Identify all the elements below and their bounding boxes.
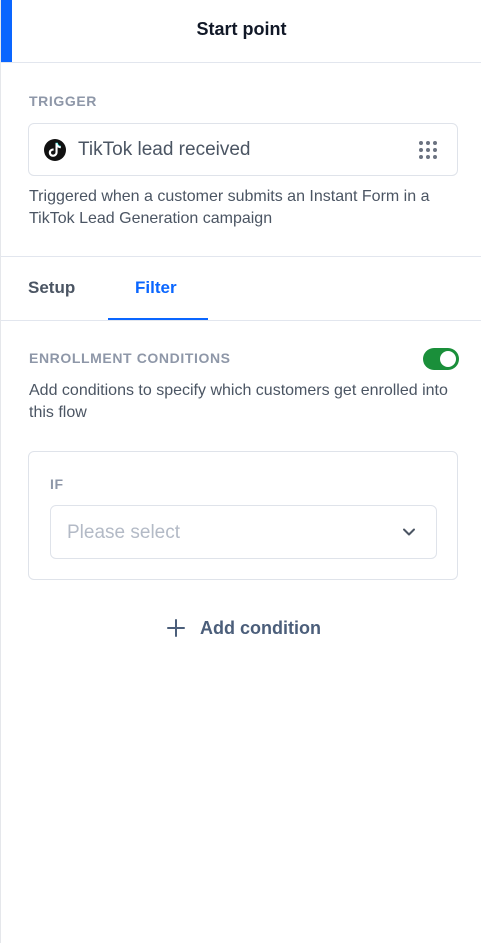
trigger-section-label: TRIGGER: [29, 93, 97, 109]
section-divider: [1, 256, 481, 257]
enrollment-conditions-label: ENROLLMENT CONDITIONS: [29, 350, 231, 366]
tab-filter[interactable]: Filter: [135, 278, 177, 298]
toggle-knob: [440, 351, 456, 367]
if-label: IF: [50, 476, 64, 492]
tab-setup[interactable]: Setup: [28, 278, 75, 298]
enrollment-description: Add conditions to specify which customer…: [29, 382, 448, 421]
plus-icon: [167, 619, 185, 637]
trigger-card[interactable]: TikTok lead received: [28, 123, 458, 176]
condition-group: IF Please select: [28, 451, 458, 580]
start-point-panel: Start point TRIGGER TikTok lead received…: [0, 0, 481, 943]
panel-title: Start point: [196, 19, 287, 39]
panel-header: Start point: [1, 0, 481, 63]
condition-select[interactable]: Please select: [50, 505, 437, 559]
select-placeholder: Please select: [67, 522, 181, 543]
enrollment-toggle[interactable]: [423, 348, 459, 370]
tabs-divider: [1, 320, 481, 321]
add-condition-button[interactable]: Add condition: [166, 616, 321, 640]
add-condition-label: Add condition: [200, 617, 321, 638]
chevron-down-icon: [403, 528, 415, 536]
trigger-name: TikTok lead received: [78, 139, 251, 160]
trigger-description: Triggered when a customer submits an Ins…: [29, 188, 430, 227]
drag-handle-icon[interactable]: [419, 141, 437, 159]
tiktok-icon: [44, 139, 66, 161]
